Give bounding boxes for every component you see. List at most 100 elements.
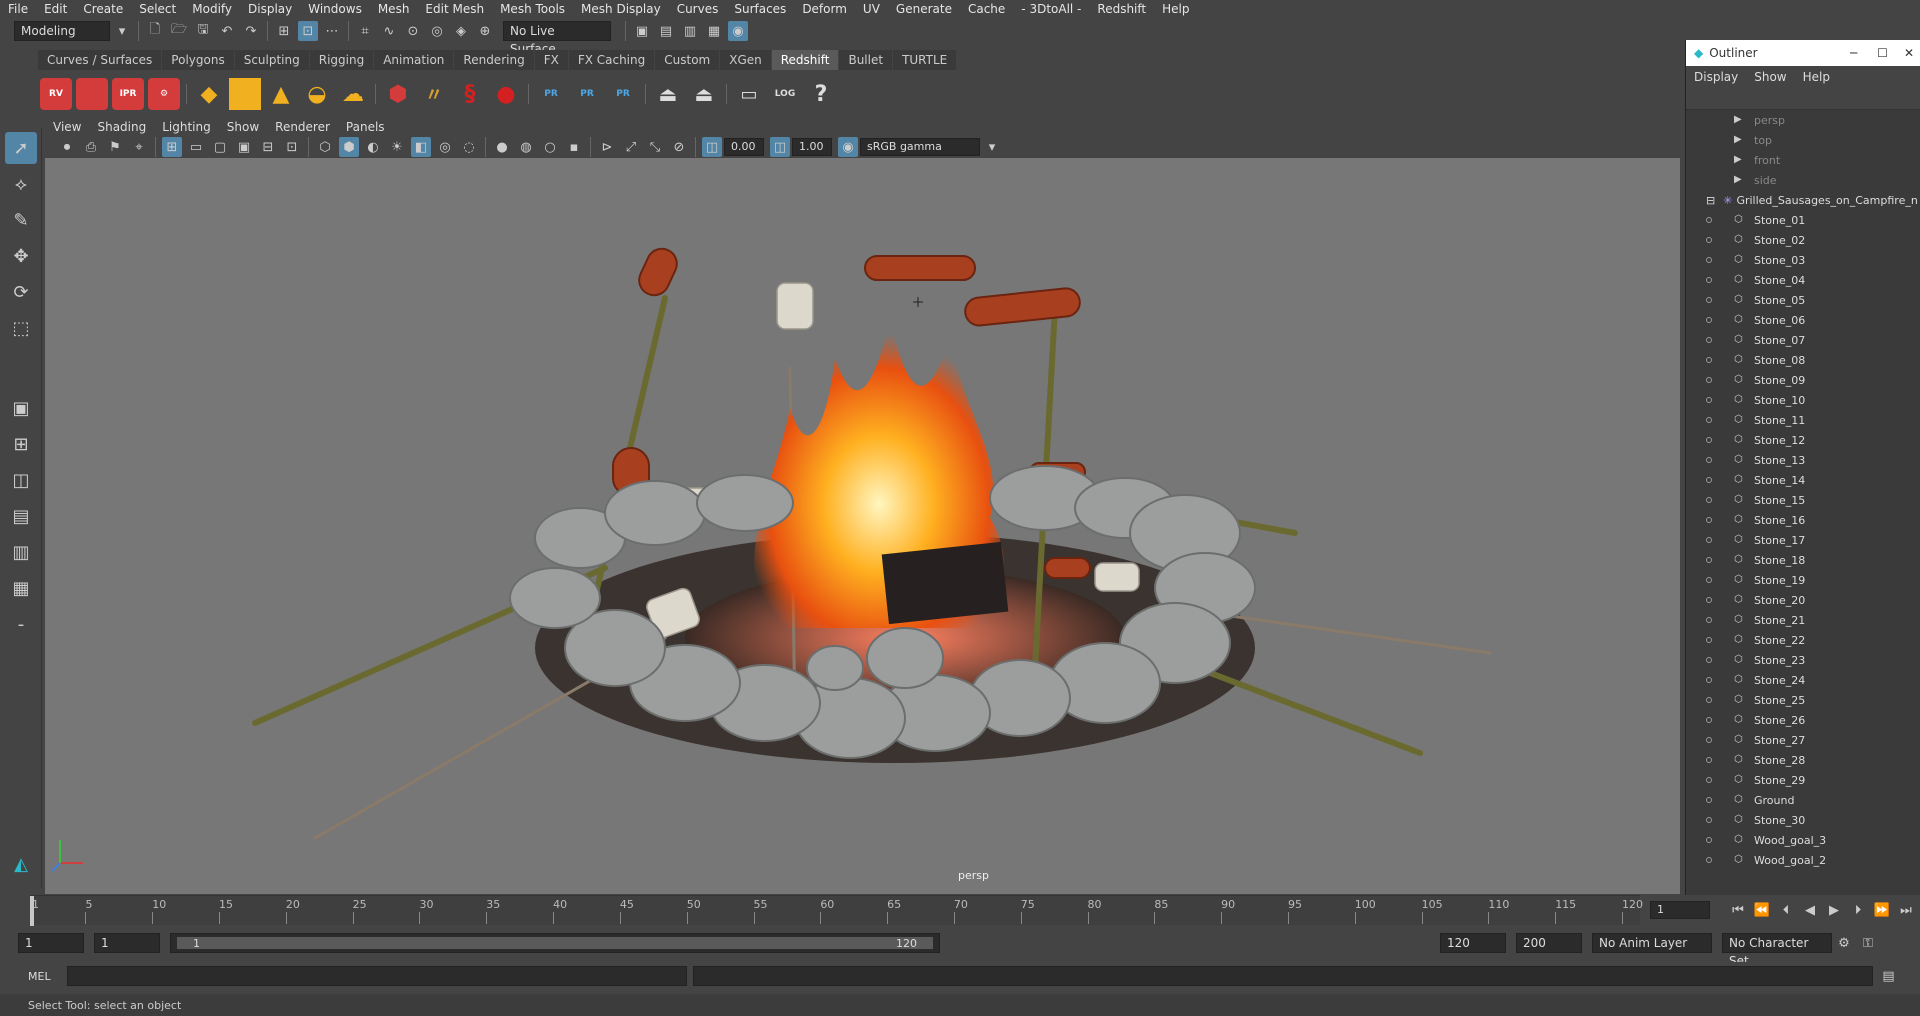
backface-icon[interactable]: ▪ xyxy=(564,137,584,157)
shelf-tab[interactable]: FX Caching xyxy=(568,50,655,70)
menu-item[interactable]: Generate xyxy=(888,0,960,18)
outliner-camera-item[interactable]: ▶ persp xyxy=(1686,110,1920,130)
shadows-icon[interactable]: ◧ xyxy=(411,137,431,157)
menu-item[interactable]: Edit Mesh xyxy=(417,0,492,18)
outliner-mesh-item[interactable]: ⬡ Stone_02 xyxy=(1686,230,1920,250)
dome-light-icon[interactable]: ◒ xyxy=(301,78,333,110)
menu-item[interactable]: - 3DtoAll - xyxy=(1013,0,1089,18)
hair-icon[interactable]: 〃 xyxy=(418,78,450,110)
outliner-mesh-item[interactable]: ⬡ Stone_06 xyxy=(1686,310,1920,330)
select-component-icon[interactable]: ⋯ xyxy=(322,21,342,41)
curve-icon[interactable]: § xyxy=(454,78,486,110)
panel-menu-item[interactable]: Shading xyxy=(89,118,154,136)
outliner-menu-item[interactable]: Display xyxy=(1686,70,1746,84)
gamma-field[interactable]: 1.00 xyxy=(792,138,832,156)
outliner-mesh-item[interactable]: ⬡ Stone_14 xyxy=(1686,470,1920,490)
character-set-selector[interactable]: No Character Set xyxy=(1722,933,1832,968)
outliner-mesh-item[interactable]: ⬡ Stone_24 xyxy=(1686,670,1920,690)
script-editor-icon[interactable]: ▭ xyxy=(733,78,765,110)
outliner-mesh-item[interactable]: ⬡ Stone_04 xyxy=(1686,270,1920,290)
outliner-mesh-item[interactable]: ⬡ Stone_13 xyxy=(1686,450,1920,470)
undo-icon[interactable]: ↶ xyxy=(217,21,237,41)
outliner-menu-item[interactable]: Help xyxy=(1795,70,1838,84)
command-input[interactable] xyxy=(66,966,687,986)
shelf-tab[interactable]: Sculpting xyxy=(234,50,309,70)
perspective-viewport[interactable] xyxy=(45,158,1680,894)
exposure-field[interactable]: 0.00 xyxy=(724,138,764,156)
snap-surface-icon[interactable]: ◈ xyxy=(451,21,471,41)
snap-curve-icon[interactable]: ∿ xyxy=(379,21,399,41)
graph-layout-icon[interactable]: ▥ xyxy=(5,536,37,568)
shelf-tab[interactable]: FX xyxy=(534,50,568,70)
panel-menu-item[interactable]: Renderer xyxy=(267,118,338,136)
single-pane-icon[interactable]: ▣ xyxy=(5,392,37,424)
new-scene-icon[interactable]: 🗋 xyxy=(145,21,165,41)
outliner-mesh-item[interactable]: ⬡ Stone_11 xyxy=(1686,410,1920,430)
live-surface-field[interactable]: No Live Surface xyxy=(503,21,611,56)
redshift-render-view-icon[interactable]: RV xyxy=(40,78,72,110)
play-backwards-icon[interactable]: ◀ xyxy=(1800,900,1820,920)
select-hierarchy-icon[interactable]: ⊞ xyxy=(274,21,294,41)
redo-icon[interactable]: ↷ xyxy=(241,21,261,41)
panel-menu-item[interactable]: Show xyxy=(219,118,267,136)
camera-attributes-icon[interactable]: ⎙ xyxy=(81,137,101,157)
shelf-tab[interactable]: TURTLE xyxy=(893,50,957,70)
play-forwards-icon[interactable]: ▶ xyxy=(1824,900,1844,920)
range-slider-fill[interactable] xyxy=(177,937,933,949)
exposure-toggle-icon[interactable]: ◫ xyxy=(702,137,722,157)
render-current-icon[interactable]: ▤ xyxy=(656,21,676,41)
select-object-icon[interactable]: ⊡ xyxy=(298,21,318,41)
menu-item[interactable]: Mesh xyxy=(370,0,418,18)
ambient-occlusion-icon[interactable]: ◎ xyxy=(435,137,455,157)
menu-item[interactable]: Edit xyxy=(36,0,75,18)
outliner-mesh-item[interactable]: ⬡ Stone_18 xyxy=(1686,550,1920,570)
safe-action-icon[interactable]: ⊡ xyxy=(282,137,302,157)
step-forward-key-icon[interactable]: ⏵ xyxy=(1848,900,1868,920)
minimize-icon[interactable]: ─ xyxy=(1840,46,1867,60)
outliner-mesh-item[interactable]: ⬡ Stone_20 xyxy=(1686,590,1920,610)
current-frame-field[interactable]: 1 xyxy=(1650,901,1710,919)
auto-key-icon[interactable]: ⚿ xyxy=(1858,933,1878,953)
gamma-toggle-icon[interactable]: ◫ xyxy=(770,137,790,157)
outliner-mesh-item[interactable]: ⬡ Stone_30 xyxy=(1686,810,1920,830)
log-icon[interactable]: LOG xyxy=(769,78,801,110)
outliner-mesh-item[interactable]: ⬡ Stone_25 xyxy=(1686,690,1920,710)
area-light-icon[interactable]: ◆ xyxy=(193,78,225,110)
chevron-down-icon[interactable]: ▾ xyxy=(112,21,132,41)
outliner-mesh-item[interactable]: ⬡ Stone_17 xyxy=(1686,530,1920,550)
outliner-menu-item[interactable]: Show xyxy=(1746,70,1794,84)
shelf-tab[interactable]: Custom xyxy=(655,50,720,70)
shelf-tab[interactable]: Redshift xyxy=(771,50,839,70)
redshift-ipr-icon[interactable]: IPR xyxy=(112,78,144,110)
sun-sky-icon[interactable]: ☁ xyxy=(337,78,369,110)
menu-item[interactable]: Select xyxy=(131,0,184,18)
isolate-select-icon[interactable]: ⊳ xyxy=(597,137,617,157)
bake-icon[interactable]: ⏏ xyxy=(688,78,720,110)
menu-item[interactable]: Surfaces xyxy=(726,0,794,18)
snap-pivot-icon[interactable]: ⊕ xyxy=(475,21,495,41)
lasso-tool-icon[interactable]: ⟡ xyxy=(5,168,37,200)
outliner-group-item[interactable]: ⊟ ✳ Grilled_Sausages_on_Campfire_n xyxy=(1686,190,1920,210)
step-back-icon[interactable]: ⏪ xyxy=(1752,900,1772,920)
playback-end-field[interactable]: 120 xyxy=(1440,933,1506,953)
select-tool-icon[interactable]: ➚ xyxy=(5,132,37,164)
texture-processor-icon[interactable]: ⏏ xyxy=(652,78,684,110)
xray-icon[interactable]: ● xyxy=(492,137,512,157)
outliner-search[interactable] xyxy=(1686,88,1920,110)
motion-blur-icon[interactable]: ◌ xyxy=(459,137,479,157)
shelf-tab[interactable]: XGen xyxy=(720,50,771,70)
end-time-field[interactable]: 200 xyxy=(1516,933,1582,953)
pan-zoom-icon[interactable]: ⊘ xyxy=(669,137,689,157)
outliner-mesh-item[interactable]: ⬡ Stone_01 xyxy=(1686,210,1920,230)
menu-item[interactable]: Cache xyxy=(960,0,1013,18)
film-gate-icon[interactable]: ▭ xyxy=(186,137,206,157)
outliner-mesh-item[interactable]: ⬡ Wood_goal_3 xyxy=(1686,830,1920,850)
lights-icon[interactable]: ☀ xyxy=(387,137,407,157)
close-icon[interactable]: ✕ xyxy=(1898,46,1920,60)
shelf-tab[interactable]: Animation xyxy=(374,50,454,70)
shelf-tab[interactable]: Curves / Surfaces xyxy=(38,50,162,70)
snap-grid-icon[interactable]: ⌗ xyxy=(355,21,375,41)
grid-icon[interactable]: ⊞ xyxy=(162,137,182,157)
menu-item[interactable]: Deform xyxy=(794,0,855,18)
proxy-import-icon[interactable]: PR xyxy=(571,78,603,110)
